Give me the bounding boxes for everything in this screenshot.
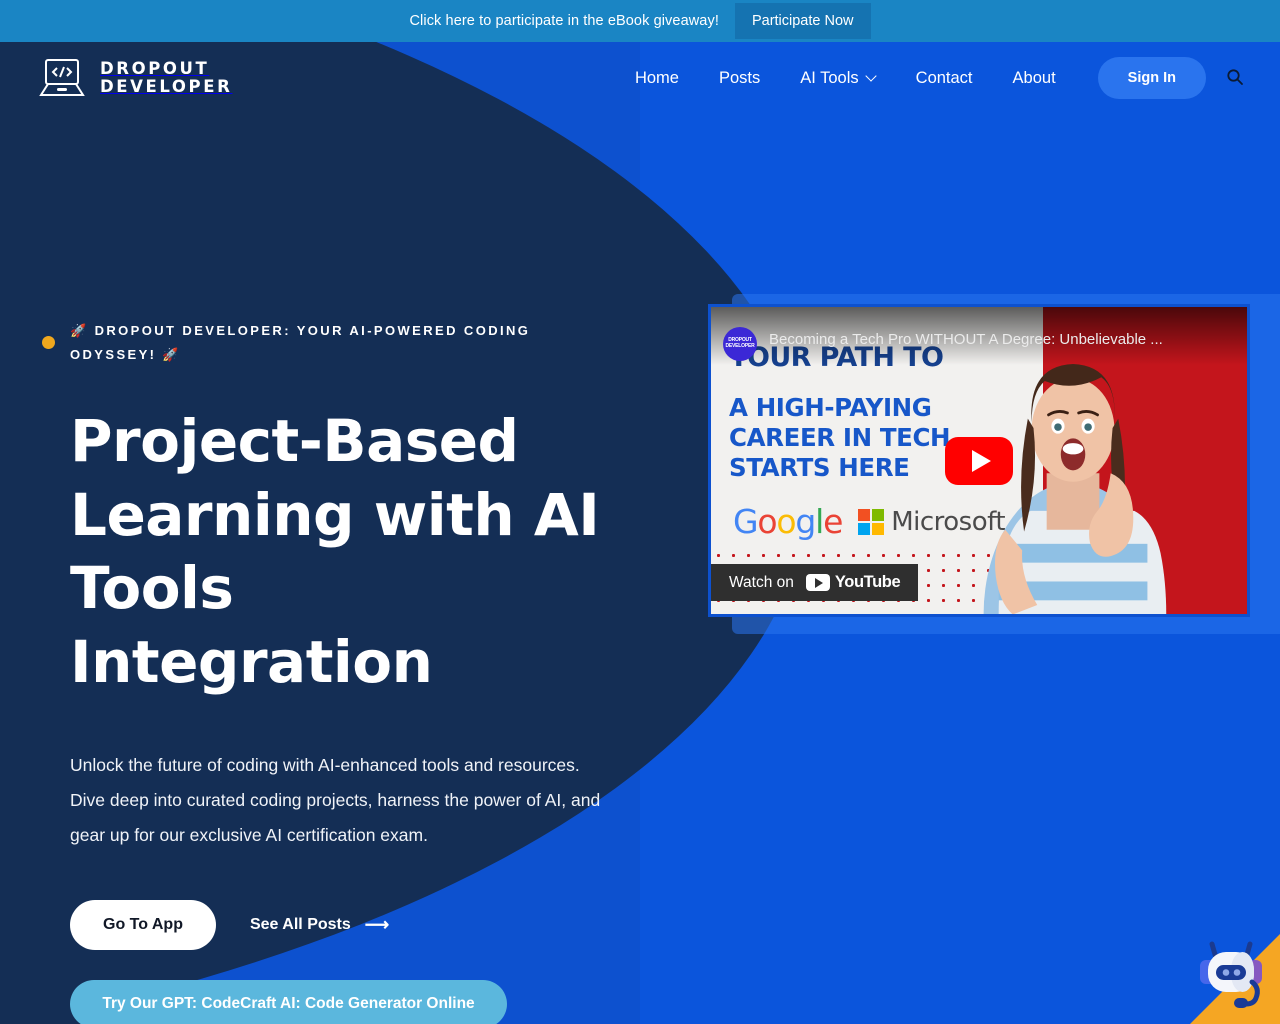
thumbnail-sub-line-2: CAREER IN TECH xyxy=(729,422,951,452)
gpt-codecraft-button[interactable]: Try Our GPT: CodeCraft AI: Code Generato… xyxy=(70,979,507,1024)
chatbot-launcher[interactable] xyxy=(1194,938,1268,1012)
nav-contact[interactable]: Contact xyxy=(896,59,993,98)
thumbnail-sub-line-3: STARTS HERE xyxy=(729,452,910,482)
announcement-text: Click here to participate in the eBook g… xyxy=(409,13,719,29)
go-to-app-button[interactable]: Go To App xyxy=(70,899,216,950)
arrow-right-icon: ⟶ xyxy=(364,915,390,935)
play-button-icon[interactable] xyxy=(945,436,1013,485)
hero-eyebrow: 🚀 DROPOUT DEVELOPER: YOUR AI-POWERED COD… xyxy=(70,323,531,363)
chatbot-robot-icon xyxy=(1200,941,1262,1008)
nav-ai-tools[interactable]: AI Tools xyxy=(780,59,895,98)
hero-cta-row: Go To App See All Posts ⟶ xyxy=(70,899,670,950)
microsoft-squares-icon xyxy=(858,508,885,535)
logo-line-1: DROPOUT xyxy=(100,59,210,79)
bullet-dot-icon xyxy=(42,336,55,349)
thumbnail-subheading: A HIGH-PAYING CAREER IN TECH STARTS HERE xyxy=(729,393,951,483)
see-all-posts-label: See All Posts xyxy=(249,915,351,933)
nav-about[interactable]: About xyxy=(993,59,1076,98)
video-title[interactable]: Becoming a Tech Pro WITHOUT A Degree: Un… xyxy=(769,331,1233,348)
nav-posts[interactable]: Posts xyxy=(699,59,780,98)
nav-home[interactable]: Home xyxy=(615,59,699,98)
hero-eyebrow-row: 🚀 DROPOUT DEVELOPER: YOUR AI-POWERED COD… xyxy=(42,319,670,367)
primary-navigation: Home Posts AI Tools Contact About Sign I… xyxy=(615,57,1250,99)
page-title: Project-Based Learning with AI Tools Int… xyxy=(70,407,600,697)
channel-avatar[interactable]: DROPOUT DEVELOPER xyxy=(723,327,757,361)
hero-description: Unlock the future of coding with AI-enha… xyxy=(70,754,601,845)
youtube-wordmark: YouTube xyxy=(834,573,901,591)
see-all-posts-link[interactable]: See All Posts ⟶ xyxy=(250,916,389,934)
google-logo-icon: Google xyxy=(733,502,843,541)
youtube-play-badge-icon xyxy=(805,574,830,591)
search-icon xyxy=(1226,68,1244,89)
site-logo[interactable]: DROPOUT DEVELOPER xyxy=(38,57,232,99)
participate-now-button[interactable]: Participate Now xyxy=(734,2,871,40)
logo-wordmark: DROPOUT DEVELOPER xyxy=(100,60,232,96)
page-root: Click here to participate in the eBook g… xyxy=(0,0,1280,1024)
sign-in-button[interactable]: Sign In xyxy=(1097,57,1206,99)
hero-content: 🚀 DROPOUT DEVELOPER: YOUR AI-POWERED COD… xyxy=(42,114,670,1024)
logo-line-2: DEVELOPER xyxy=(100,77,233,96)
youtube-video-embed[interactable]: YOUR PATH TO A HIGH-PAYING CAREER IN TEC… xyxy=(708,304,1250,617)
hero-section: 🚀 DROPOUT DEVELOPER: YOUR AI-POWERED COD… xyxy=(0,114,1280,1024)
watch-on-youtube-button[interactable]: Watch on YouTube xyxy=(711,564,919,601)
search-button[interactable] xyxy=(1220,62,1250,95)
laptop-code-icon xyxy=(38,57,86,99)
youtube-logo: YouTube xyxy=(805,573,901,592)
chevron-down-icon xyxy=(867,72,876,81)
hero-media: YOUR PATH TO A HIGH-PAYING CAREER IN TEC… xyxy=(708,114,1280,1024)
site-header: DROPOUT DEVELOPER Home Posts AI Tools Co… xyxy=(0,42,1280,114)
nav-ai-tools-label: AI Tools xyxy=(800,68,859,87)
thumbnail-sub-line-1: A HIGH-PAYING xyxy=(729,393,932,422)
announcement-bar: Click here to participate in the eBook g… xyxy=(0,0,1280,42)
play-triangle xyxy=(971,449,991,472)
watch-on-label: Watch on xyxy=(729,573,794,591)
